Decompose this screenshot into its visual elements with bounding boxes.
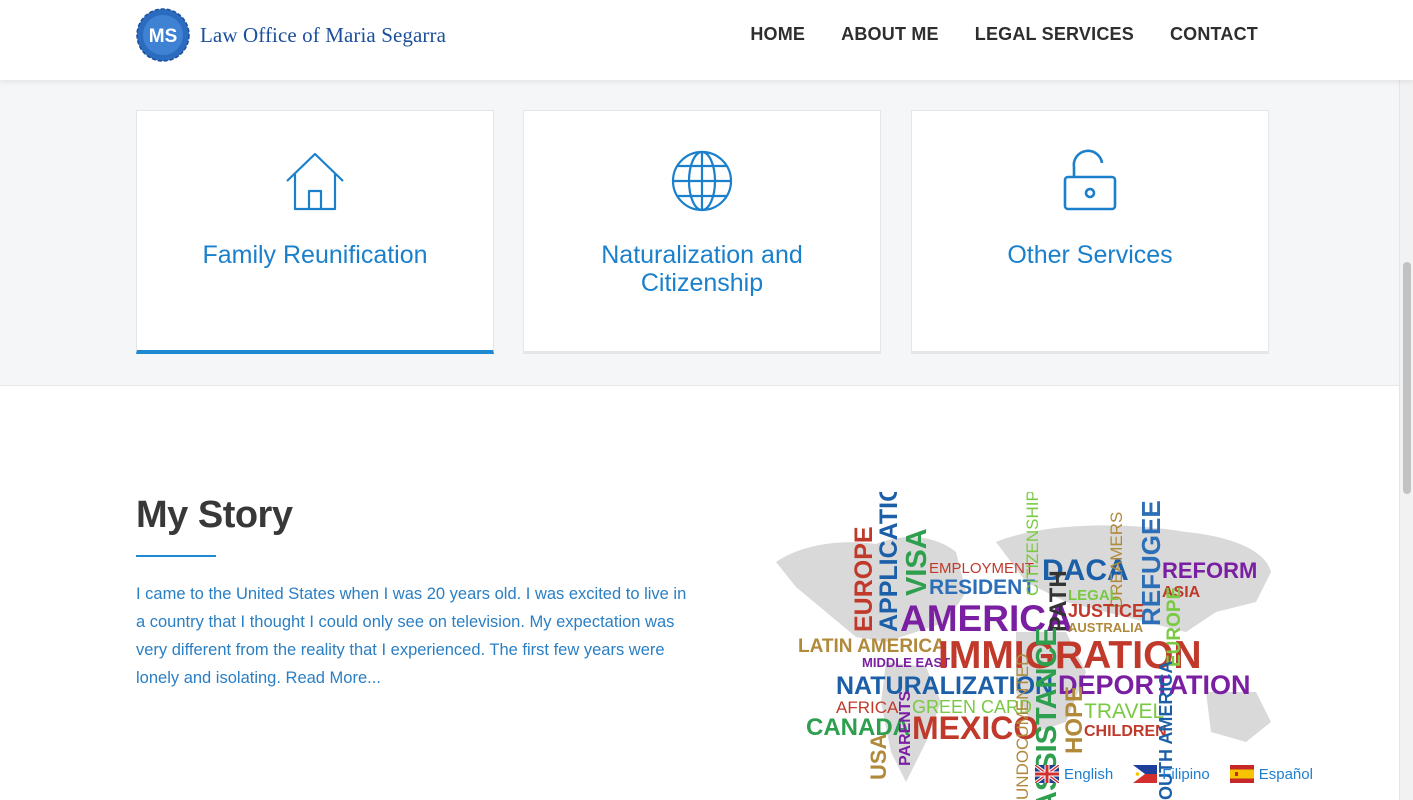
word-children: CHILDREN (1084, 723, 1167, 740)
title-underline (136, 555, 216, 557)
language-filipino[interactable]: Filipino (1133, 765, 1210, 783)
language-label: Español (1258, 765, 1313, 783)
word-europe-1: EUROPE (850, 526, 878, 632)
main-nav: HOME ABOUT ME LEGAL SERVICES CONTACT (750, 24, 1258, 45)
word-parents: PARENTS (897, 690, 914, 766)
word-visa: VISA (901, 528, 933, 596)
site-title: Law Office of Maria Segarra (200, 22, 447, 47)
page-scrollbar[interactable] (1399, 0, 1413, 800)
language-english[interactable]: English (1035, 765, 1113, 783)
philippines-flag-icon (1133, 765, 1158, 783)
story-body: I came to the United States when I was 2… (136, 585, 687, 687)
language-switcher: English Filipino Español (1035, 765, 1313, 783)
scrollbar-thumb[interactable] (1403, 262, 1411, 494)
word-resident: RESIDENT (929, 576, 1035, 599)
word-employment: EMPLOYMENT (929, 560, 1034, 577)
word-citizenship: CITIZENSHIP (1023, 492, 1042, 596)
story-text: I came to the United States when I was 2… (136, 580, 696, 692)
service-card-naturalization[interactable]: Naturalization and Citizenship (523, 110, 881, 354)
site-logo[interactable]: MS Law Office of Maria Segarra (136, 8, 446, 62)
unlock-icon (1058, 149, 1122, 213)
nav-about-me[interactable]: ABOUT ME (841, 24, 939, 45)
read-more-link[interactable]: Read More... (286, 669, 381, 687)
service-card-family-reunification[interactable]: Family Reunification (136, 110, 494, 354)
word-australia: AUSTRALIA (1068, 620, 1144, 635)
service-title: Other Services (1007, 241, 1173, 269)
word-latin-america: LATIN AMERICA (798, 636, 946, 657)
uk-flag-icon (1035, 765, 1059, 783)
immigration-word-cloud: EMPLOYMENT RESIDENT CITIZENSHIP DACA DRE… (766, 464, 1286, 800)
house-icon (283, 149, 347, 213)
nav-contact[interactable]: CONTACT (1170, 24, 1258, 45)
language-label: English (1064, 765, 1114, 783)
site-header: MS Law Office of Maria Segarra HOME ABOU… (0, 0, 1413, 80)
logo-initials: MS (149, 26, 178, 47)
word-justice: JUSTICE (1068, 601, 1144, 621)
globe-icon (670, 149, 734, 213)
service-card-other-services[interactable]: Other Services (911, 110, 1269, 354)
language-label: Filipino (1162, 765, 1210, 783)
word-travel: TRAVEL (1084, 700, 1164, 723)
nav-home[interactable]: HOME (750, 24, 805, 45)
word-canada: CANADA (806, 714, 910, 741)
word-reform: REFORM (1162, 558, 1257, 583)
word-europe-2: EUROPE (1164, 587, 1185, 667)
word-middle-east: MIDDLE EAST (862, 655, 950, 670)
service-title: Naturalization and Citizenship (601, 241, 803, 297)
word-application: APPLICATION (875, 492, 903, 632)
spain-flag-icon (1229, 765, 1254, 783)
services-band: Family Reunification Naturalization and … (0, 80, 1413, 386)
nav-legal-services[interactable]: LEGAL SERVICES (975, 24, 1134, 45)
story-title: My Story (136, 494, 293, 536)
language-espanol[interactable]: Español (1229, 765, 1313, 783)
word-usa: USA (866, 733, 891, 780)
word-hope: HOPE (1061, 686, 1088, 754)
service-title: Family Reunification (202, 241, 428, 269)
ms-logo-icon: MS (136, 8, 190, 62)
word-undocumented: UNDOCUMENTED (1013, 654, 1032, 800)
